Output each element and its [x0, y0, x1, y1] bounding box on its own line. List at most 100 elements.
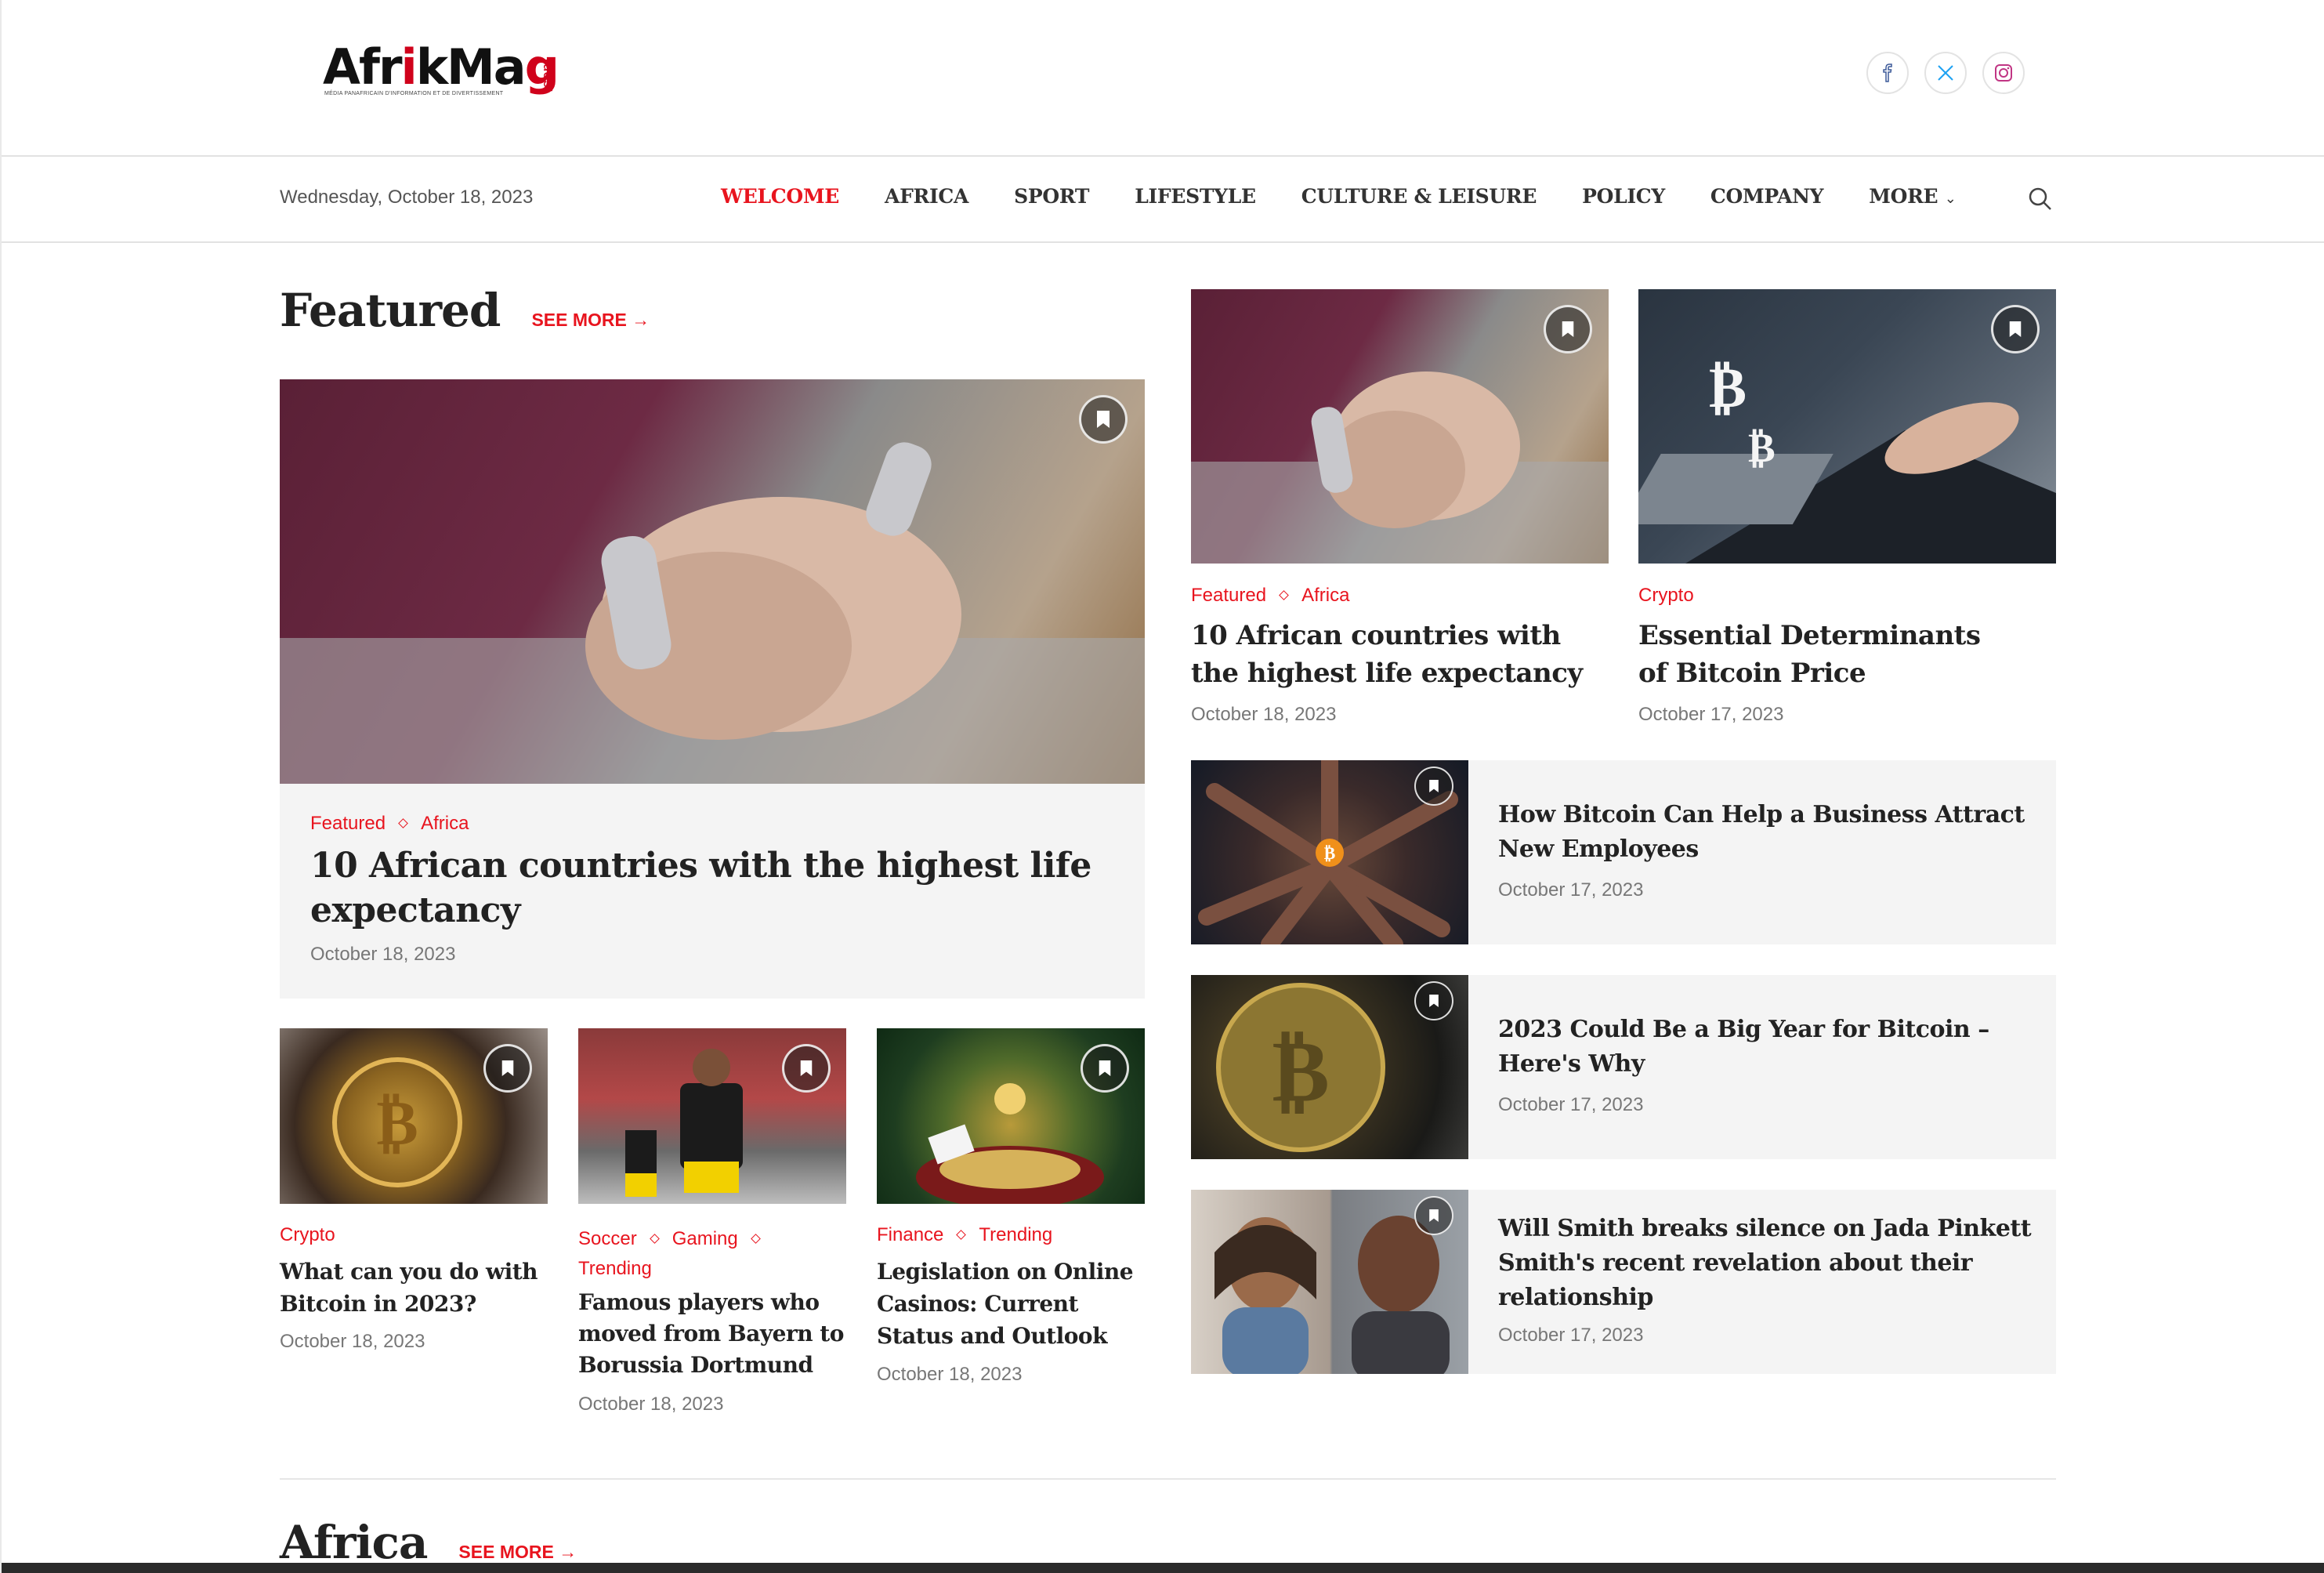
nav-item-policy[interactable]: POLICY	[1582, 185, 1665, 208]
article-categories: Crypto	[280, 1224, 335, 1246]
article-image[interactable]	[1191, 1190, 1468, 1374]
article-title[interactable]: How Bitcoin Can Help a Business Attract …	[1498, 798, 2039, 867]
category-link[interactable]: Gaming	[672, 1228, 738, 1249]
article-image[interactable]: ₿	[1191, 760, 1468, 944]
category-link[interactable]: Soccer	[578, 1228, 637, 1249]
article-date: October 18, 2023	[310, 944, 456, 965]
category-link[interactable]: Finance	[877, 1224, 943, 1245]
article-image[interactable]: ₿ ₿	[1638, 289, 2056, 564]
list-article-card[interactable]: ₿ How Bitcoin Can Help a Business Attrac…	[1191, 760, 2056, 944]
article-title[interactable]: 2023 Could Be a Big Year for Bitcoin – H…	[1498, 1013, 2039, 1082]
logo-suffix: .com	[539, 58, 556, 92]
facebook-icon[interactable]	[1866, 52, 1909, 94]
article-title[interactable]: Famous players who moved from Bayern to …	[578, 1287, 846, 1381]
africa-section-header: Africa SEE MORE →	[280, 1516, 577, 1569]
bookmark-icon[interactable]	[1081, 1044, 1129, 1093]
bookmark-icon[interactable]	[1414, 767, 1453, 806]
article-categories: Soccer Gaming Trending	[578, 1224, 846, 1284]
category-link[interactable]: Featured	[310, 813, 386, 834]
article-image[interactable]	[280, 379, 1145, 784]
section-title: Featured	[280, 284, 501, 337]
search-icon[interactable]	[2026, 185, 2054, 213]
article-date: October 17, 2023	[1498, 1325, 1644, 1346]
separator-icon	[750, 1234, 761, 1244]
article-title[interactable]: What can you do with Bitcoin in 2023?	[280, 1256, 548, 1320]
x-twitter-icon[interactable]	[1924, 52, 1967, 94]
article-image[interactable]	[578, 1028, 846, 1204]
section-divider	[280, 1478, 2056, 1480]
svg-text:₿: ₿	[376, 1086, 418, 1159]
article-image[interactable]	[877, 1028, 1145, 1204]
bookmark-icon[interactable]	[1414, 981, 1453, 1020]
category-link[interactable]: Featured	[1191, 585, 1266, 606]
chevron-down-icon: ⌄	[1944, 190, 1957, 207]
separator-icon	[1279, 590, 1289, 600]
category-link[interactable]: Africa	[421, 813, 469, 834]
bookmark-icon[interactable]	[782, 1044, 831, 1093]
article-card[interactable]: ₿ ₿ Crypto Essential Determinants of Bitc…	[1638, 289, 2056, 728]
svg-text:₿: ₿	[1272, 1020, 1329, 1121]
window-bottom-bar	[2, 1563, 2324, 1573]
category-link[interactable]: Crypto	[1638, 585, 1694, 606]
separator-icon	[956, 1230, 967, 1240]
nav-item-africa[interactable]: AFRICA	[885, 185, 968, 208]
article-title[interactable]: Will Smith breaks silence on Jada Pinket…	[1498, 1212, 2039, 1315]
article-title[interactable]: Essential Determinants of Bitcoin Price	[1638, 617, 2007, 692]
current-date: Wednesday, October 18, 2023	[280, 187, 534, 208]
svg-text:₿: ₿	[1709, 354, 1747, 420]
article-date: October 18, 2023	[1191, 704, 1337, 725]
nav-item-lifestyle[interactable]: LIFESTYLE	[1135, 185, 1256, 208]
article-date: October 17, 2023	[1498, 879, 1644, 901]
article-image[interactable]: ₿	[1191, 975, 1468, 1159]
nav-item-more[interactable]: MORE ⌄	[1869, 185, 1957, 208]
article-card[interactable]: Featured Africa 10 African countries with…	[1191, 289, 1609, 728]
nav-item-sport[interactable]: SPORT	[1014, 185, 1089, 208]
article-categories: Crypto	[1638, 585, 1694, 607]
svg-text:₿: ₿	[1748, 425, 1776, 472]
article-image[interactable]	[1191, 289, 1609, 564]
article-card[interactable]: Finance Trending Legislation on Online Ca…	[877, 1028, 1145, 1389]
list-article-card[interactable]: Will Smith breaks silence on Jada Pinket…	[1191, 1190, 2056, 1374]
article-categories: Featured Africa	[310, 813, 469, 835]
article-title[interactable]: 10 African countries with the highest li…	[310, 843, 1117, 933]
logo-tagline: MÉDIA PANAFRICAIN D'INFORMATION ET DE DI…	[324, 91, 504, 96]
bookmark-icon[interactable]	[483, 1044, 532, 1093]
featured-section-header: Featured SEE MORE →	[280, 284, 650, 337]
article-date: October 17, 2023	[1638, 704, 1784, 725]
article-date: October 17, 2023	[1498, 1094, 1644, 1115]
list-article-card[interactable]: ₿ 2023 Could Be a Big Year for Bitcoin –…	[1191, 975, 2056, 1159]
article-date: October 18, 2023	[877, 1364, 1023, 1385]
category-link[interactable]: Crypto	[280, 1224, 335, 1245]
article-categories: Featured Africa	[1191, 585, 1349, 607]
article-date: October 18, 2023	[280, 1331, 425, 1352]
category-link[interactable]: Africa	[1301, 585, 1349, 606]
bookmark-icon[interactable]	[1544, 305, 1592, 353]
section-title: Africa	[280, 1516, 428, 1569]
article-title[interactable]: 10 African countries with the highest li…	[1191, 617, 1609, 692]
nav-item-company[interactable]: COMPANY	[1710, 185, 1824, 208]
svg-text:₿: ₿	[1324, 844, 1336, 864]
article-card[interactable]: ₿ Crypto What can you do with Bitcoin in…	[280, 1028, 548, 1352]
logo-wordmark: AfrikMag	[323, 38, 559, 96]
separator-icon	[649, 1234, 660, 1244]
article-title[interactable]: Legislation on Online Casinos: Current S…	[877, 1256, 1145, 1352]
nav-item-culture-leisure[interactable]: CULTURE & LEISURE	[1301, 185, 1537, 208]
main-navigation: Wednesday, October 18, 2023 WELCOME AFRI…	[2, 157, 2324, 243]
see-more-link[interactable]: SEE MORE →	[458, 1542, 577, 1563]
category-link[interactable]: Trending	[578, 1258, 652, 1279]
bookmark-icon[interactable]	[1991, 305, 2040, 353]
bookmark-icon[interactable]	[1414, 1196, 1453, 1235]
hero-article-card[interactable]: Featured Africa 10 African countries with…	[280, 379, 1145, 999]
article-card[interactable]: Soccer Gaming Trending Famous players who …	[578, 1028, 846, 1420]
instagram-icon[interactable]	[1982, 52, 2025, 94]
article-date: October 18, 2023	[578, 1394, 724, 1415]
nav-more-label: MORE	[1869, 185, 1938, 208]
article-categories: Finance Trending	[877, 1224, 1052, 1246]
site-logo[interactable]: AfrikMag .com MÉDIA PANAFRICAIN D'INFORM…	[323, 38, 559, 103]
nav-menu: WELCOME AFRICA SPORT LIFESTYLE CULTURE &…	[721, 185, 1957, 208]
bookmark-icon[interactable]	[1079, 395, 1128, 444]
see-more-link[interactable]: SEE MORE →	[531, 310, 650, 331]
article-image[interactable]: ₿	[280, 1028, 548, 1204]
nav-item-welcome[interactable]: WELCOME	[721, 185, 839, 208]
category-link[interactable]: Trending	[979, 1224, 1052, 1245]
